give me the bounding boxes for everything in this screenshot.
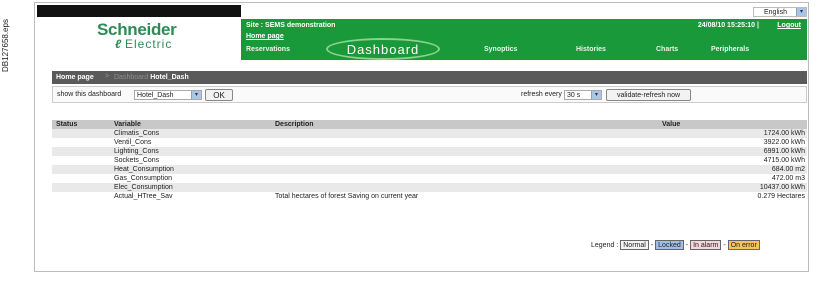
table-row[interactable]: Gas_Consumption 472.00 m3 [52, 174, 807, 183]
tab-charts[interactable]: Charts [656, 46, 678, 53]
tab-reservations[interactable]: Reservations [246, 46, 290, 53]
table-header: Status Variable Description Value [52, 120, 807, 129]
table-row[interactable]: Ventil_Cons 3922.00 kWh [52, 138, 807, 147]
breadcrumb-separator: > [105, 73, 110, 80]
logo-swirl-icon: ℓ [115, 37, 122, 51]
header-description: Description [275, 121, 314, 128]
chevron-down-icon: ▾ [591, 91, 601, 99]
refresh-select-value: 30 s [567, 92, 581, 99]
refresh-label: refresh every [521, 91, 562, 98]
row-variable: Actual_HTree_Sav [114, 193, 173, 200]
legend-in-alarm: In alarm [690, 240, 722, 250]
legend-dash: - [685, 241, 689, 249]
legend-locked: Locked [655, 240, 684, 250]
table-row[interactable]: Lighting_Cons 6991.00 kWh [52, 147, 807, 156]
breadcrumb-home[interactable]: Home page [56, 74, 94, 81]
tab-histories[interactable]: Histories [576, 46, 606, 53]
validate-refresh-button[interactable]: validate-refresh now [606, 89, 691, 101]
schneider-logo: Schneider ℓ Electric [97, 20, 227, 54]
breadcrumb-current: Dashboard Hotel_Dash [114, 74, 189, 81]
row-variable: Gas_Consumption [114, 175, 172, 182]
row-variable: Lighting_Cons [114, 148, 159, 155]
table-row[interactable]: Heat_Consumption 684.00 m2 [52, 165, 807, 174]
top-black-bar [37, 5, 241, 17]
row-variable: Elec_Consumption [114, 184, 173, 191]
status-legend: Legend : Normal - Locked - In alarm - On… [591, 240, 760, 250]
row-value: 4715.00 kWh [763, 157, 805, 164]
header-value: Value [662, 121, 681, 128]
show-dashboard-label: show this dashboard [57, 91, 122, 98]
legend-dash: - [650, 241, 654, 249]
breadcrumb-page: Hotel_Dash [150, 74, 189, 81]
dashboard-select-value: Hotel_Dash [137, 92, 174, 99]
header-separator: | [757, 22, 759, 29]
refresh-interval-select[interactable]: 30 s ▾ [564, 90, 602, 100]
header-variable: Variable [114, 121, 141, 128]
legend-label: Legend : [591, 241, 619, 249]
logout-link[interactable]: Logout [777, 22, 801, 29]
datetime-text: 24/08/10 15:25:10 [697, 22, 756, 29]
row-variable: Heat_Consumption [114, 166, 174, 173]
breadcrumb: Home page > Dashboard Hotel_Dash [52, 71, 807, 84]
breadcrumb-dashboard: Dashboard [114, 74, 149, 81]
tab-peripherals[interactable]: Peripherals [711, 46, 749, 53]
logo-electric-text: Electric [125, 37, 173, 51]
row-variable: Sockets_Cons [114, 157, 160, 164]
table-row[interactable]: Elec_Consumption 10437.00 kWh [52, 183, 807, 192]
row-value: 472.00 m3 [771, 175, 805, 182]
datetime: 24/08/10 15:25:10 | [698, 22, 759, 29]
language-value: English [764, 8, 787, 16]
table-row[interactable]: Climatis_Cons 1724.00 kWh [52, 129, 807, 138]
row-value: 3922.00 kWh [763, 139, 805, 146]
tab-dashboard-label: Dashboard [346, 41, 420, 57]
row-value: 1724.00 kWh [763, 130, 805, 137]
header-status: Status [56, 121, 78, 128]
header-bar: Site : SEMS demonstration 24/08/10 15:25… [241, 19, 807, 60]
chevron-down-icon: ▾ [191, 91, 201, 99]
row-value: 10437.00 kWh [759, 184, 805, 191]
figure-code: DB127658.eps [0, 0, 12, 90]
row-value: 684.00 m2 [771, 166, 805, 173]
control-bar: show this dashboard Hotel_Dash ▾ OK refr… [52, 86, 807, 103]
tab-dashboard[interactable]: Dashboard [326, 38, 440, 60]
legend-normal: Normal [620, 240, 649, 250]
chevron-down-icon: ▾ [796, 8, 806, 16]
row-variable: Climatis_Cons [114, 130, 160, 137]
row-description: Total hectares of forest Saving on curre… [275, 193, 419, 200]
tab-synoptics[interactable]: Synoptics [484, 46, 517, 53]
site-title: Site : SEMS demonstration [246, 22, 336, 29]
language-select[interactable]: English ▾ [753, 7, 807, 17]
legend-on-error: On error [727, 240, 760, 250]
table-row[interactable]: Actual_HTree_Sav Total hectares of fores… [52, 192, 807, 201]
ok-button[interactable]: OK [205, 89, 233, 101]
legend-dash: - [723, 241, 726, 249]
row-value: 6991.00 kWh [763, 148, 805, 155]
figure-code-text: DB127658.eps [0, 18, 10, 72]
table-row[interactable]: Sockets_Cons 4715.00 kWh [52, 156, 807, 165]
variables-table: Status Variable Description Value Climat… [52, 120, 807, 201]
home-page-link[interactable]: Home page [246, 33, 284, 40]
row-value: 0.279 Hectares [757, 193, 805, 200]
app-window: Schneider ℓ Electric English ▾ Site : SE… [34, 2, 809, 272]
row-variable: Ventil_Cons [114, 139, 152, 146]
dashboard-select[interactable]: Hotel_Dash ▾ [134, 90, 202, 100]
